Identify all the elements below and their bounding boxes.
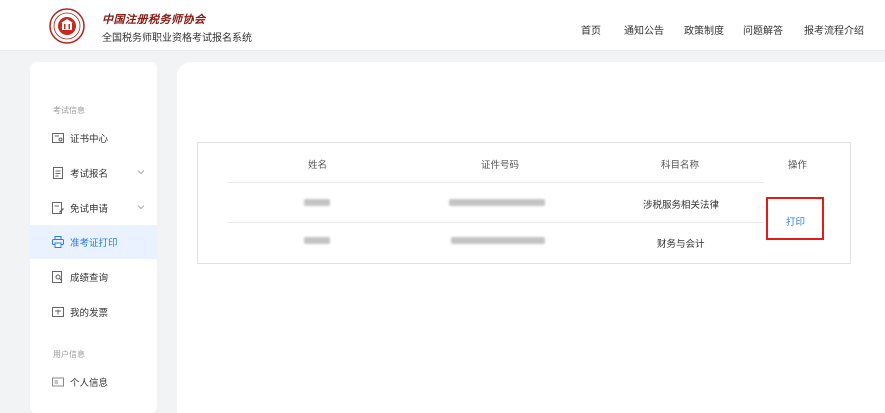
sidebar-item-certificate-center[interactable]: 证书中心 <box>30 121 157 155</box>
association-logo-icon <box>49 8 85 44</box>
nav-notices[interactable]: 通知公告 <box>624 22 664 37</box>
chevron-down-icon <box>137 205 145 210</box>
column-header-subject: 科目名称 <box>661 160 700 171</box>
sidebar-item-exemption-application[interactable]: 免试申请 <box>30 191 157 225</box>
top-header: 中国注册税务师协会 全国税务师职业资格考试报名系统 首页 通知公告 政策制度 问… <box>0 0 885 51</box>
sidebar-item-personal-info[interactable]: 个人信息 <box>30 365 157 399</box>
brand-subtitle: 全国税务师职业资格考试报名系统 <box>102 33 252 44</box>
sidebar: 考试信息 证书中心 考试报名 免试申请 准考证打印 成绩查询 我的发票 用户信息… <box>30 62 157 413</box>
edit-doc-icon <box>52 202 64 214</box>
sidebar-item-label: 考试报名 <box>70 169 109 180</box>
sidebar-item-label: 免试申请 <box>70 204 109 215</box>
sidebar-item-label: 证书中心 <box>70 134 109 145</box>
sidebar-section-exam: 考试信息 <box>53 106 85 115</box>
sidebar-item-my-invoices[interactable]: 我的发票 <box>30 295 157 329</box>
print-button[interactable]: 打印 <box>786 214 805 228</box>
column-header-action: 操作 <box>788 160 808 171</box>
nav-registration-process[interactable]: 报考流程介绍 <box>804 22 864 37</box>
row-divider <box>227 182 764 183</box>
sidebar-item-label: 个人信息 <box>70 378 109 389</box>
chevron-down-icon <box>137 170 145 175</box>
redacted-name <box>304 199 330 206</box>
sidebar-section-user: 用户信息 <box>53 350 85 359</box>
redacted-id-number <box>451 237 545 244</box>
sidebar-item-admission-ticket-print[interactable]: 准考证打印 <box>30 225 157 259</box>
id-card-icon <box>52 377 64 387</box>
nav-policies[interactable]: 政策制度 <box>684 22 724 37</box>
form-icon <box>53 167 63 179</box>
nav-home[interactable]: 首页 <box>581 22 601 37</box>
sidebar-item-label: 准考证打印 <box>70 238 118 249</box>
sidebar-item-label: 我的发票 <box>70 308 109 319</box>
row-divider <box>227 222 764 223</box>
invoice-icon <box>52 307 64 317</box>
sidebar-item-label: 成绩查询 <box>70 273 109 284</box>
search-doc-icon <box>52 271 63 283</box>
sidebar-item-score-query[interactable]: 成绩查询 <box>30 260 157 294</box>
table-cell-subject: 财务与会计 <box>657 239 705 250</box>
nav-faq[interactable]: 问题解答 <box>743 22 783 37</box>
redacted-name <box>304 237 330 244</box>
sidebar-item-exam-registration[interactable]: 考试报名 <box>30 156 157 190</box>
certificate-icon <box>52 133 64 143</box>
column-header-name: 姓名 <box>308 160 328 171</box>
brand-title: 中国注册税务师协会 <box>102 13 206 26</box>
column-header-id-number: 证件号码 <box>481 160 520 171</box>
redacted-id-number <box>449 199 545 206</box>
printer-icon <box>52 236 64 248</box>
table-cell-subject: 涉税服务相关法律 <box>643 200 720 211</box>
